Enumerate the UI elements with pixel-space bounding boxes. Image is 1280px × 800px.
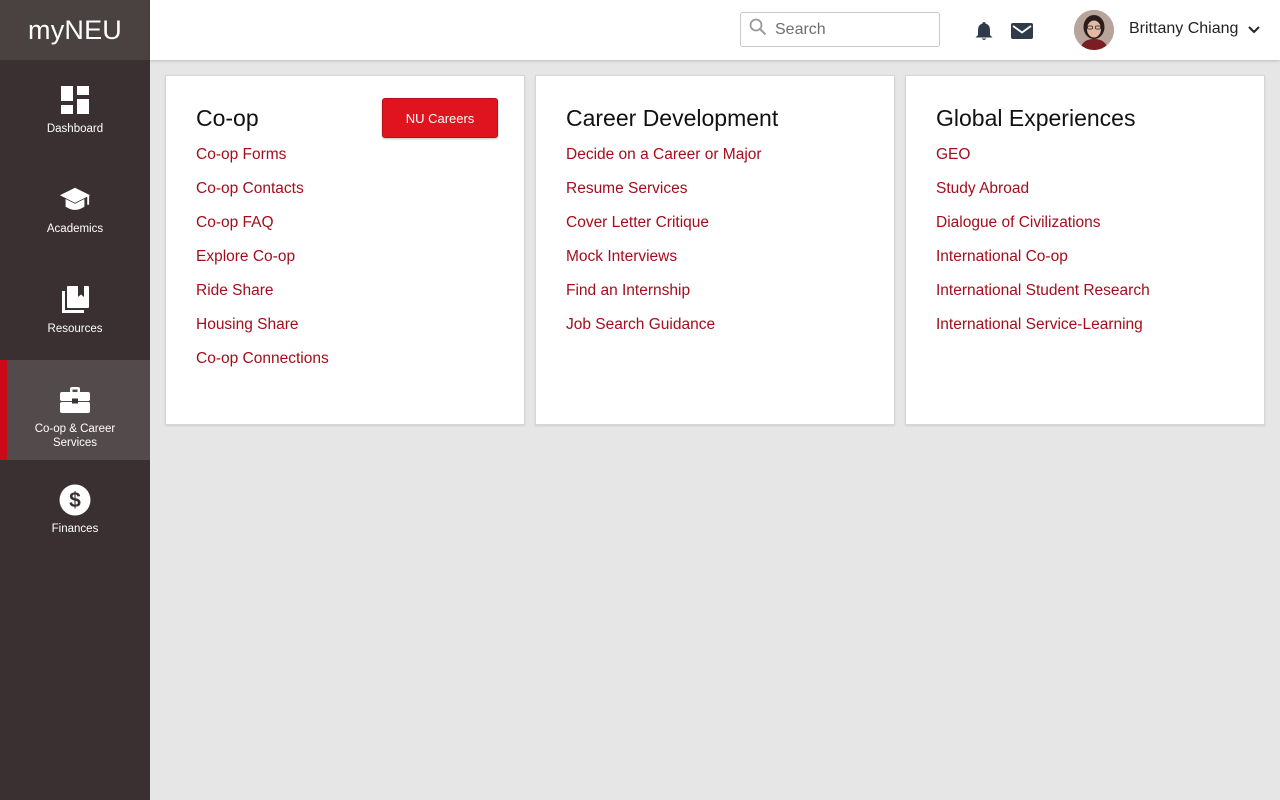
bell-icon[interactable] xyxy=(972,20,996,42)
international-coop-link[interactable]: International Co-op xyxy=(936,248,1068,265)
sidebar: myNEU Dashboard Academics Resources Co-o… xyxy=(0,0,150,800)
search-box[interactable] xyxy=(740,12,940,47)
sidebar-item-resources[interactable]: Resources xyxy=(0,260,150,360)
list-item: Explore Co-op xyxy=(196,247,494,281)
graduation-cap-icon xyxy=(59,184,91,216)
sidebar-item-finances[interactable]: $ Finances xyxy=(0,460,150,560)
coop-forms-link[interactable]: Co-op Forms xyxy=(196,146,286,163)
list-item: Resume Services xyxy=(566,179,864,213)
card-title: Global Experiences xyxy=(936,105,1136,131)
card-title: Career Development xyxy=(566,105,779,131)
briefcase-icon xyxy=(59,384,91,416)
housing-share-link[interactable]: Housing Share xyxy=(196,316,299,333)
dollar-icon: $ xyxy=(59,484,91,516)
job-search-guidance-link[interactable]: Job Search Guidance xyxy=(566,316,715,333)
decide-career-link[interactable]: Decide on a Career or Major xyxy=(566,146,762,163)
list-item: Dialogue of Civilizations xyxy=(936,213,1234,247)
geo-link[interactable]: GEO xyxy=(936,146,970,163)
top-header: Brittany Chiang xyxy=(150,0,1280,60)
list-item: Co-op Contacts xyxy=(196,179,494,213)
list-item: International Co-op xyxy=(936,247,1234,281)
mail-icon[interactable] xyxy=(1010,20,1034,42)
list-item: Housing Share xyxy=(196,315,494,349)
chevron-down-icon[interactable] xyxy=(1246,22,1262,38)
list-item: Study Abroad xyxy=(936,179,1234,213)
global-experiences-card: Global Experiences GEO Study Abroad Dial… xyxy=(905,75,1265,425)
nu-careers-button[interactable]: NU Careers xyxy=(382,98,498,138)
link-list: GEO Study Abroad Dialogue of Civilizatio… xyxy=(936,145,1234,349)
list-item: Job Search Guidance xyxy=(566,315,864,349)
user-name[interactable]: Brittany Chiang xyxy=(1129,20,1238,38)
list-item: Mock Interviews xyxy=(566,247,864,281)
list-item: Cover Letter Critique xyxy=(566,213,864,247)
search-icon xyxy=(749,18,767,41)
list-item: Decide on a Career or Major xyxy=(566,145,864,179)
avatar[interactable] xyxy=(1074,10,1114,50)
cover-letter-critique-link[interactable]: Cover Letter Critique xyxy=(566,214,709,231)
career-development-card: Career Development Decide on a Career or… xyxy=(535,75,895,425)
coop-faq-link[interactable]: Co-op FAQ xyxy=(196,214,274,231)
ride-share-link[interactable]: Ride Share xyxy=(196,282,274,299)
dashboard-icon xyxy=(59,84,91,116)
list-item: GEO xyxy=(936,145,1234,179)
list-item: Co-op Connections xyxy=(196,349,494,383)
dialogue-of-civilizations-link[interactable]: Dialogue of Civilizations xyxy=(936,214,1101,231)
list-item: Co-op FAQ xyxy=(196,213,494,247)
books-icon xyxy=(59,284,91,316)
app-logo[interactable]: myNEU xyxy=(0,0,150,60)
list-item: International Student Research xyxy=(936,281,1234,315)
find-internship-link[interactable]: Find an Internship xyxy=(566,282,690,299)
svg-text:$: $ xyxy=(69,489,81,512)
search-input[interactable] xyxy=(775,20,925,39)
sidebar-item-label: Academics xyxy=(46,223,104,235)
sidebar-item-label: Finances xyxy=(51,523,99,535)
link-list: Co-op Forms Co-op Contacts Co-op FAQ Exp… xyxy=(196,145,494,383)
international-service-learning-link[interactable]: International Service-Learning xyxy=(936,316,1143,333)
mock-interviews-link[interactable]: Mock Interviews xyxy=(566,248,677,265)
sidebar-item-coop-career-services[interactable]: Co-op & Career Services xyxy=(0,360,150,460)
sidebar-item-academics[interactable]: Academics xyxy=(0,160,150,260)
sidebar-item-label: Co-op & Career Services xyxy=(34,423,116,449)
coop-contacts-link[interactable]: Co-op Contacts xyxy=(196,180,304,197)
study-abroad-link[interactable]: Study Abroad xyxy=(936,180,1029,197)
explore-coop-link[interactable]: Explore Co-op xyxy=(196,248,295,265)
list-item: Ride Share xyxy=(196,281,494,315)
coop-connections-link[interactable]: Co-op Connections xyxy=(196,350,329,367)
list-item: International Service-Learning xyxy=(936,315,1234,349)
link-list: Decide on a Career or Major Resume Servi… xyxy=(566,145,864,349)
list-item: Find an Internship xyxy=(566,281,864,315)
sidebar-item-label: Resources xyxy=(47,323,103,335)
sidebar-item-label: Dashboard xyxy=(46,123,104,135)
coop-card: Co-op NU Careers Co-op Forms Co-op Conta… xyxy=(165,75,525,425)
resume-services-link[interactable]: Resume Services xyxy=(566,180,687,197)
list-item: Co-op Forms xyxy=(196,145,494,179)
international-student-research-link[interactable]: International Student Research xyxy=(936,282,1150,299)
sidebar-item-dashboard[interactable]: Dashboard xyxy=(0,60,150,160)
